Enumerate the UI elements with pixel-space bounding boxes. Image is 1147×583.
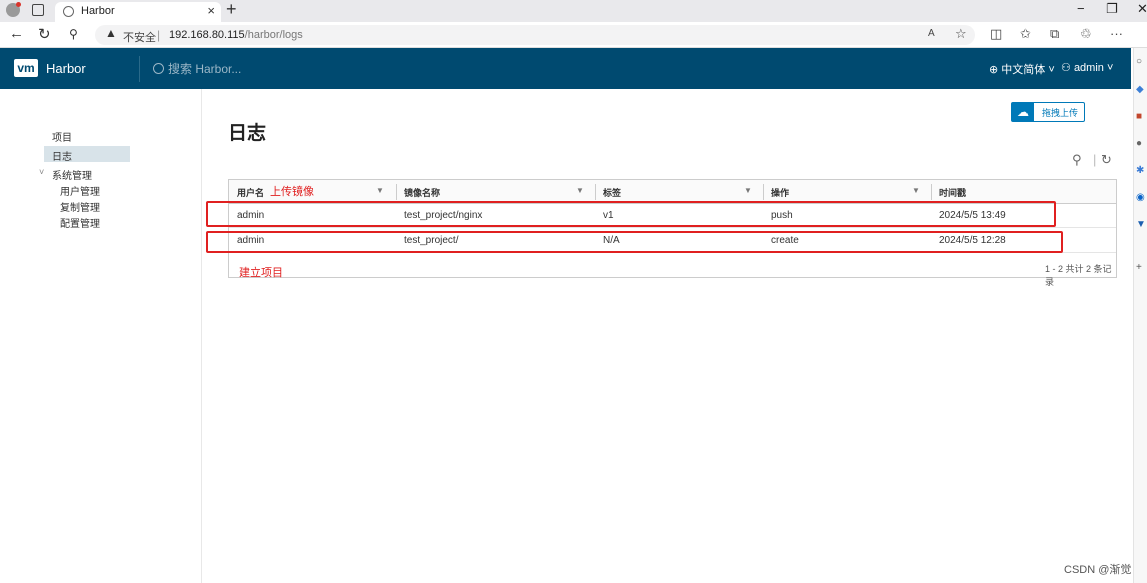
search-icon[interactable]: ⚲ bbox=[1072, 152, 1082, 168]
new-tab-button[interactable]: + bbox=[226, 0, 237, 20]
browser-side-panel: ○ ◆ ■ ● ✱ ◉ ▼ + bbox=[1133, 48, 1147, 583]
refresh-icon[interactable]: ↻ bbox=[1101, 152, 1112, 168]
language-selector[interactable]: ⊕ 中文简体 ˅ bbox=[989, 61, 1055, 77]
column-header-user[interactable]: 用户名 bbox=[237, 186, 264, 199]
sidebar-item-projects[interactable]: 项目 bbox=[52, 129, 72, 144]
annotation-create-project: 建立项目 bbox=[239, 267, 283, 279]
column-header-timestamp[interactable]: 时间戳 bbox=[939, 186, 966, 199]
sidebar-item-replication[interactable]: 复制管理 bbox=[60, 199, 100, 214]
side-add-icon[interactable]: + bbox=[1136, 262, 1142, 273]
upload-label: 拖拽上传 bbox=[1042, 108, 1079, 118]
globe-icon: ⊕ bbox=[989, 64, 999, 76]
sidebar-item-users[interactable]: 用户管理 bbox=[60, 183, 100, 198]
browser-tab[interactable]: Harbor × bbox=[55, 2, 221, 22]
column-header-operation[interactable]: 操作 bbox=[771, 186, 789, 199]
sidebar: 项目 日志 ˅ 系统管理 用户管理 复制管理 配置管理 bbox=[0, 89, 202, 583]
security-label[interactable]: 不安全 bbox=[123, 29, 156, 45]
column-separator[interactable] bbox=[595, 184, 596, 200]
close-window-button[interactable]: ✕ bbox=[1137, 1, 1147, 17]
sidebar-item-administration[interactable]: 系统管理 bbox=[52, 167, 92, 182]
user-icon: ⚇ bbox=[1061, 62, 1071, 74]
tab-actions-icon[interactable] bbox=[32, 4, 44, 16]
upload-button[interactable]: ☁ 拖拽上传 bbox=[1011, 102, 1085, 122]
search-input[interactable]: 搜索 Harbor... bbox=[168, 62, 241, 76]
global-search[interactable]: 搜索 Harbor... bbox=[153, 60, 241, 77]
search-icon bbox=[153, 63, 164, 74]
column-header-tag[interactable]: 标签 bbox=[603, 186, 621, 199]
url-separator: | bbox=[157, 28, 161, 42]
tab-close-icon[interactable]: × bbox=[207, 3, 215, 18]
toolbar-separator: | bbox=[1093, 152, 1097, 167]
header-divider bbox=[139, 56, 140, 82]
column-separator[interactable] bbox=[763, 184, 764, 200]
filter-icon[interactable]: ▼ bbox=[744, 186, 752, 195]
chevron-down-icon: ˅ bbox=[1106, 62, 1114, 74]
filter-icon[interactable]: ▼ bbox=[576, 186, 584, 195]
browser-toolbar: ← ↻ ⚲ ▲ 不安全 | 192.168.80.115/harbor/logs… bbox=[0, 22, 1147, 48]
side-tools-icon[interactable]: ▼ bbox=[1136, 219, 1146, 230]
annotation-upload-image: 上传镜像 bbox=[270, 186, 314, 198]
side-outlook-icon[interactable]: ◉ bbox=[1136, 192, 1145, 203]
pagination-summary: 1 - 2 共计 2 条记录 bbox=[1045, 264, 1112, 287]
split-screen-icon[interactable]: ◫ bbox=[990, 26, 1002, 42]
extensions-icon[interactable]: ♲ bbox=[1080, 26, 1092, 42]
cloud-upload-icon: ☁ bbox=[1012, 103, 1034, 121]
more-icon[interactable]: ··· bbox=[1110, 26, 1123, 41]
chevron-down-icon: ˅ bbox=[1048, 64, 1055, 76]
user-menu[interactable]: ⚇ admin ˅ bbox=[1061, 61, 1113, 74]
warning-icon: ▲ bbox=[105, 26, 117, 40]
notification-dot bbox=[16, 2, 21, 7]
search-icon[interactable]: ⚲ bbox=[69, 27, 78, 41]
tab-title: Harbor bbox=[81, 5, 115, 17]
back-icon[interactable]: ← bbox=[9, 25, 24, 42]
refresh-icon[interactable]: ↻ bbox=[38, 25, 51, 43]
vmware-logo: vm bbox=[14, 59, 38, 77]
side-copilot-icon[interactable]: ◆ bbox=[1136, 84, 1144, 95]
favorites-icon[interactable]: ✩ bbox=[1020, 26, 1031, 42]
app-header: vm Harbor 搜索 Harbor... ⊕ 中文简体 ˅ ⚇ admin … bbox=[0, 48, 1131, 89]
sidebar-item-logs[interactable]: 日志 bbox=[52, 148, 72, 163]
harbor-favicon-icon bbox=[63, 6, 74, 17]
minimize-button[interactable]: − bbox=[1077, 1, 1085, 16]
restore-button[interactable]: ❐ bbox=[1106, 1, 1118, 17]
brand-name[interactable]: Harbor bbox=[46, 61, 86, 76]
url-text: 192.168.80.115/harbor/logs bbox=[169, 29, 303, 41]
user-name: admin bbox=[1073, 62, 1104, 74]
logs-datagrid: 用户名 ▼ 镜像名称 ▼ 标签 ▼ 操作 ▼ 时间戳 admin test_pr… bbox=[228, 179, 1117, 287]
filter-icon[interactable]: ▼ bbox=[376, 186, 384, 195]
read-aloud-icon[interactable]: A bbox=[928, 28, 935, 39]
filter-icon[interactable]: ▼ bbox=[912, 186, 920, 195]
browser-tab-bar: Harbor × + − ❐ ✕ bbox=[0, 0, 1147, 22]
column-separator[interactable] bbox=[396, 184, 397, 200]
side-search-icon[interactable]: ○ bbox=[1136, 56, 1142, 67]
column-separator[interactable] bbox=[931, 184, 932, 200]
favorite-icon[interactable]: ☆ bbox=[955, 26, 967, 42]
side-shopping-icon[interactable]: ■ bbox=[1136, 111, 1142, 122]
annotation-box-push bbox=[206, 201, 1056, 227]
language-label: 中文简体 bbox=[1001, 64, 1046, 76]
side-games-icon[interactable]: ✱ bbox=[1136, 165, 1144, 176]
collections-icon[interactable]: ⧉ bbox=[1050, 26, 1059, 42]
sidebar-item-configuration[interactable]: 配置管理 bbox=[60, 215, 100, 230]
chevron-down-icon[interactable]: ˅ bbox=[39, 167, 44, 177]
watermark: CSDN @渐觉 bbox=[1064, 564, 1132, 576]
column-header-repository[interactable]: 镜像名称 bbox=[404, 186, 440, 199]
address-bar[interactable]: ▲ 不安全 | 192.168.80.115/harbor/logs bbox=[95, 25, 975, 45]
page-title: 日志 bbox=[228, 123, 267, 144]
side-person-icon[interactable]: ● bbox=[1136, 138, 1142, 149]
annotation-box-create bbox=[206, 231, 1063, 253]
